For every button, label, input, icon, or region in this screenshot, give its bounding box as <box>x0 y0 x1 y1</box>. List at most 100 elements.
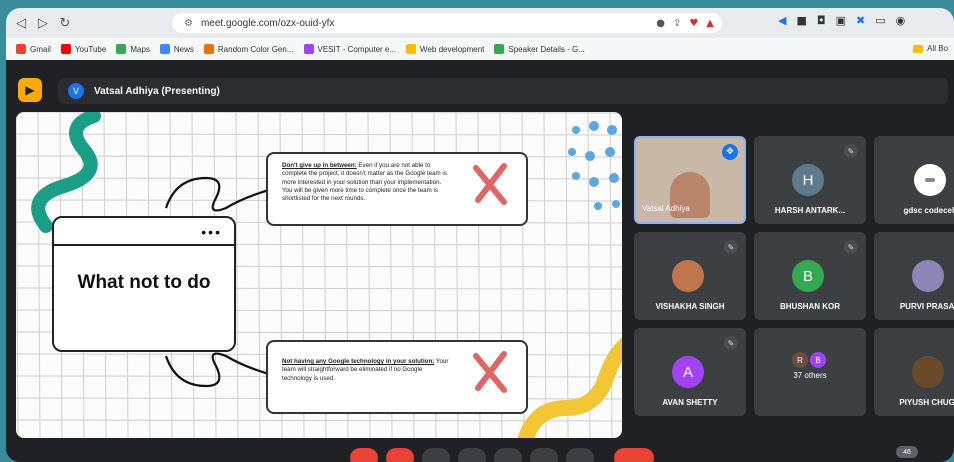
mic-muted-icon: ✎ <box>844 144 858 158</box>
what-not-to-do-card: ••• What not to do <box>52 216 236 352</box>
bookmark-label: Web development <box>420 44 485 54</box>
avatar: A <box>672 356 704 388</box>
share-icon[interactable]: ⇪ <box>673 18 681 29</box>
participant-tile[interactable]: ✎ VISHAKHA SINGH <box>634 232 746 320</box>
avatar <box>912 356 944 388</box>
avatar <box>912 260 944 292</box>
participant-tile[interactable]: ✎gdsc codecell <box>874 136 954 224</box>
bookmark-label: Speaker Details - G... <box>508 44 585 54</box>
bookmark-item[interactable]: Gmail <box>16 44 51 54</box>
participant-tile[interactable]: ✎PURVI PRASAD <box>874 232 954 320</box>
mic-muted-icon: ✎ <box>724 240 738 254</box>
gdsc-logo-icon <box>925 178 935 182</box>
bookmark-item[interactable]: YouTube <box>60 44 107 54</box>
reload-icon[interactable]: ↻ <box>54 12 76 34</box>
all-bookmarks-label: All Bo <box>927 44 948 53</box>
bookmark-label: Gmail <box>30 44 51 54</box>
participant-name: Vatsal Adhiya <box>642 204 690 213</box>
raise-hand-button[interactable] <box>458 448 486 462</box>
site-info-icon[interactable]: ⚙ <box>184 18 193 29</box>
leave-call-button[interactable] <box>614 448 654 462</box>
tip-heading-2: Not having any Google technology in your… <box>282 358 435 365</box>
bookmark-favicon-icon <box>203 44 214 54</box>
profile-icon[interactable]: ◉ <box>896 14 906 27</box>
shared-slide: ••• What not to do Don't give up in betw… <box>16 112 622 438</box>
presentation-icon[interactable]: ▶ <box>18 78 42 102</box>
participant-tile[interactable]: ✥ Vatsal Adhiya <box>634 136 746 224</box>
slide-title: What not to do <box>77 272 211 293</box>
participant-count-badge[interactable]: 46 <box>896 446 918 458</box>
participant-name: AVAN SHETTY <box>662 398 718 407</box>
presenter-avatar: V <box>68 83 84 99</box>
alert-icon[interactable]: ▲ <box>706 18 714 29</box>
bookmark-label: VESIT - Computer e... <box>317 44 397 54</box>
tip-heading-1: Don't give up in between: <box>282 162 357 169</box>
bookmark-label: Maps <box>130 44 150 54</box>
mic-muted-icon: ✎ <box>724 336 738 350</box>
extension-icon[interactable]: ▣ <box>836 14 846 27</box>
participant-tile[interactable]: H ✎ HARSH ANTARK... <box>754 136 866 224</box>
bookmark-label: YouTube <box>74 44 107 54</box>
extensions-area: ◀ ■ ◘ ▣ ✖ ▭ ◉ <box>778 14 905 27</box>
mic-muted-icon: ✎ <box>844 240 858 254</box>
tip-card-2: Not having any Google technology in your… <box>266 340 528 414</box>
reactions-button[interactable] <box>566 448 594 462</box>
bookmark-favicon-icon <box>16 44 26 54</box>
cross-icon <box>473 351 507 393</box>
participant-name: 37 others <box>793 371 827 380</box>
bookmark-item[interactable]: Random Color Gen... <box>203 44 294 54</box>
bookmark-star-icon[interactable]: ♥ <box>689 18 698 29</box>
participant-tile[interactable]: R B 37 others <box>754 328 866 416</box>
presenter-label: Vatsal Adhiya (Presenting) <box>94 85 220 97</box>
bookmark-item[interactable]: Web development <box>406 44 484 54</box>
bookmark-label: News <box>173 44 194 54</box>
participant-name: gdsc codecell <box>903 206 954 215</box>
bookmark-item[interactable]: Maps <box>116 44 150 54</box>
cross-icon <box>473 163 507 205</box>
avatar: H <box>792 164 824 196</box>
bookmark-label: Random Color Gen... <box>217 44 294 54</box>
bottom-arrow <box>164 352 277 388</box>
participant-tile[interactable]: ✎PIYUSH CHUGH <box>874 328 954 416</box>
tip-text-2: Not having any Google technology in your… <box>282 358 452 383</box>
bookmarks-bar: Gmail YouTube Maps News Random Color Gen... V… <box>6 38 954 60</box>
participant-name: VISHAKHA SINGH <box>655 302 725 311</box>
url-text: meet.google.com/ozx-ouid-yfx <box>200 17 335 29</box>
forward-icon[interactable]: ▷ <box>32 12 54 34</box>
extension-icon[interactable]: ◘ <box>817 14 826 27</box>
avatar: B <box>810 352 826 368</box>
mic-off-button[interactable] <box>350 448 378 462</box>
bookmark-favicon-icon <box>116 44 127 54</box>
card-titlebar: ••• <box>54 218 234 246</box>
participant-name: PIYUSH CHUGH <box>899 398 954 407</box>
bookmark-item[interactable]: News <box>159 44 194 54</box>
bookmark-favicon-icon <box>303 44 314 54</box>
avatar: R <box>792 352 808 368</box>
present-button[interactable] <box>494 448 522 462</box>
more-options-button[interactable] <box>530 448 558 462</box>
bookmark-item[interactable]: VESIT - Computer e... <box>303 44 397 54</box>
avatar <box>914 164 946 196</box>
participant-name: HARSH ANTARK... <box>774 206 846 215</box>
folder-icon <box>913 44 924 53</box>
extension-icon[interactable]: ■ <box>796 14 806 27</box>
extension-icon[interactable]: ▭ <box>875 14 885 27</box>
top-arrow <box>164 176 277 212</box>
others-avatars: RB <box>792 352 826 368</box>
extension-icon[interactable]: ◀ <box>778 14 786 27</box>
all-bookmarks[interactable]: All Bo <box>913 44 948 53</box>
camera-off-button[interactable] <box>386 448 414 462</box>
extension-icon[interactable]: ✖ <box>856 14 865 27</box>
camera-icon[interactable]: ● <box>656 18 665 29</box>
bookmark-item[interactable]: Speaker Details - G... <box>494 44 585 54</box>
more-dots-icon: ••• <box>201 224 222 240</box>
address-bar[interactable]: ⚙ meet.google.com/ozx-ouid-yfx ● ⇪ ♥ ▲ <box>172 13 722 33</box>
captions-button[interactable] <box>422 448 450 462</box>
participant-tile[interactable]: B ✎ BHUSHAN KOR <box>754 232 866 320</box>
yellow-squiggle <box>518 337 622 438</box>
screen-frame: ◁ ▷ ↻ ▢ ⚙ meet.google.com/ozx-ouid-yfx ●… <box>6 8 954 462</box>
teal-squiggle <box>31 112 101 233</box>
speaking-indicator-icon: ✥ <box>722 144 738 160</box>
participant-tile[interactable]: A ✎ AVAN SHETTY <box>634 328 746 416</box>
back-icon[interactable]: ◁ <box>10 12 32 34</box>
